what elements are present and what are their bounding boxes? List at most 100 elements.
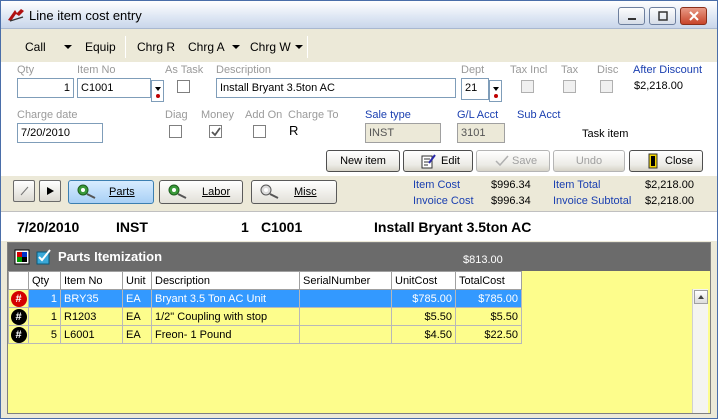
cell-total-cost[interactable]: $785.00: [455, 289, 522, 308]
tax-checkbox[interactable]: [563, 80, 576, 93]
gl-acct-label: G/L Acct: [457, 109, 499, 121]
palette-icon[interactable]: [14, 249, 30, 265]
cell-unit[interactable]: EA: [122, 325, 152, 344]
play-icon: [47, 187, 54, 195]
item-total-label: Item Total: [553, 179, 601, 191]
dept-dropdown[interactable]: [489, 80, 502, 102]
column-header-unit[interactable]: Unit: [122, 271, 152, 290]
cell-total-cost[interactable]: $22.50: [455, 325, 522, 344]
tab-misc[interactable]: Misc: [251, 180, 337, 204]
cell-unit-cost[interactable]: $5.50: [391, 307, 456, 326]
charge-date-input[interactable]: 7/20/2010: [17, 123, 103, 143]
cell-unit-cost[interactable]: $785.00: [391, 289, 456, 308]
column-header-total-cost[interactable]: TotalCost: [455, 271, 522, 290]
tab-misc-label: Misc: [294, 186, 317, 198]
chevron-down-icon[interactable]: [232, 45, 240, 49]
column-header-unit-cost[interactable]: UnitCost: [391, 271, 456, 290]
edit-button-label: Edit: [441, 155, 460, 167]
row-indicator[interactable]: #: [8, 307, 29, 326]
next-button[interactable]: [39, 180, 61, 202]
money-checkbox[interactable]: [209, 125, 222, 138]
item-no-input[interactable]: C1001: [77, 78, 151, 98]
title-bar[interactable]: Line item cost entry: [1, 1, 717, 29]
invoice-subtotal-value: $2,218.00: [645, 195, 694, 207]
diag-label: Diag: [165, 109, 188, 121]
dept-input[interactable]: 21: [461, 78, 489, 100]
save-button[interactable]: Save: [476, 150, 550, 172]
tab-labor[interactable]: Labor: [159, 180, 243, 204]
checklist-icon[interactable]: [36, 249, 52, 265]
cell-item-no[interactable]: BRY35: [60, 289, 123, 308]
table-row[interactable]: # 1 BRY35 EA Bryant 3.5 Ton AC Unit $785…: [8, 289, 522, 308]
line-item-window: Line item cost entry Call Equip Chrg R C…: [0, 0, 718, 419]
previous-button[interactable]: [13, 180, 35, 202]
close-button[interactable]: Close: [629, 150, 703, 172]
cell-description[interactable]: Bryant 3.5 Ton AC Unit: [151, 289, 300, 308]
sub-acct-input[interactable]: [517, 123, 563, 143]
chrg-w-menu-button[interactable]: Chrg W: [246, 33, 295, 61]
undo-button[interactable]: Undo: [553, 150, 625, 172]
table-row[interactable]: # 1 R1203 EA 1/2" Coupling with stop $5.…: [8, 307, 522, 326]
item-cost-label: Item Cost: [413, 179, 461, 191]
sale-type-input[interactable]: INST: [365, 123, 441, 143]
vertical-scrollbar[interactable]: [692, 289, 708, 413]
cell-unit-cost[interactable]: $4.50: [391, 325, 456, 344]
cell-qty[interactable]: 5: [28, 325, 61, 344]
add-on-label: Add On: [245, 109, 283, 121]
description-input[interactable]: Install Bryant 3.5ton AC: [216, 78, 456, 98]
cell-unit[interactable]: EA: [122, 289, 152, 308]
disc-checkbox[interactable]: [600, 80, 613, 93]
cell-unit[interactable]: EA: [122, 307, 152, 326]
item-no-dropdown[interactable]: [151, 80, 164, 102]
tab-parts[interactable]: Parts: [68, 180, 154, 204]
column-header-description[interactable]: Description: [151, 271, 300, 290]
cell-serial-number[interactable]: [299, 307, 392, 326]
chrg-a-menu-button[interactable]: Chrg A: [184, 33, 229, 61]
column-header-item-no[interactable]: Item No: [60, 271, 123, 290]
column-header-serial-number[interactable]: SerialNumber: [299, 271, 392, 290]
item-cost-value: $996.34: [491, 179, 531, 191]
maximize-button[interactable]: [649, 7, 676, 25]
cell-item-no[interactable]: R1203: [60, 307, 123, 326]
gl-acct-input[interactable]: 3101: [457, 123, 505, 143]
table-row[interactable]: # 5 L6001 EA Freon- 1 Pound $4.50 $22.50: [8, 325, 522, 344]
disc-label: Disc: [597, 64, 619, 76]
minimize-button[interactable]: [618, 7, 645, 25]
qty-label: Qty: [17, 64, 35, 76]
parts-panel-header: Parts Itemization $813.00: [8, 243, 710, 271]
row-indicator[interactable]: #: [8, 325, 29, 344]
new-item-button[interactable]: New item: [326, 150, 400, 172]
parts-panel: Parts Itemization $813.00 Qty Item No Un…: [7, 242, 711, 414]
edit-button[interactable]: Edit: [403, 150, 473, 172]
summary-qty: 1: [241, 219, 249, 235]
cell-qty[interactable]: 1: [28, 307, 61, 326]
cell-serial-number[interactable]: [299, 289, 392, 308]
tab-parts-label: Parts: [109, 186, 135, 198]
parts-total: $813.00: [463, 254, 503, 266]
cell-serial-number[interactable]: [299, 325, 392, 344]
qty-input[interactable]: 1: [17, 78, 74, 98]
diag-checkbox[interactable]: [169, 125, 182, 138]
as-task-checkbox[interactable]: [177, 80, 190, 93]
add-on-checkbox[interactable]: [253, 125, 266, 138]
cell-total-cost[interactable]: $5.50: [455, 307, 522, 326]
tax-incl-checkbox[interactable]: [521, 80, 534, 93]
cell-description[interactable]: Freon- 1 Pound: [151, 325, 300, 344]
column-header-qty[interactable]: Qty: [28, 271, 61, 290]
equip-button[interactable]: Equip: [81, 33, 120, 61]
tax-label: Tax: [561, 64, 579, 76]
cell-description[interactable]: 1/2" Coupling with stop: [151, 307, 300, 326]
row-indicator[interactable]: #: [8, 289, 29, 308]
cell-qty[interactable]: 1: [28, 289, 61, 308]
scroll-up-arrow-icon[interactable]: [694, 290, 708, 304]
toolbar-separator: [307, 36, 308, 58]
chevron-down-icon[interactable]: [295, 45, 303, 49]
item-summary-bar: 7/20/2010 INST 1 C1001 Install Bryant 3.…: [1, 211, 717, 241]
call-menu-button[interactable]: Call: [21, 33, 50, 61]
after-discount-value: $2,218.00: [634, 80, 683, 92]
chevron-down-icon[interactable]: [64, 45, 72, 49]
chrg-r-button[interactable]: Chrg R: [133, 33, 179, 61]
description-label: Description: [216, 64, 272, 76]
window-close-button[interactable]: [680, 7, 707, 25]
cell-item-no[interactable]: L6001: [60, 325, 123, 344]
